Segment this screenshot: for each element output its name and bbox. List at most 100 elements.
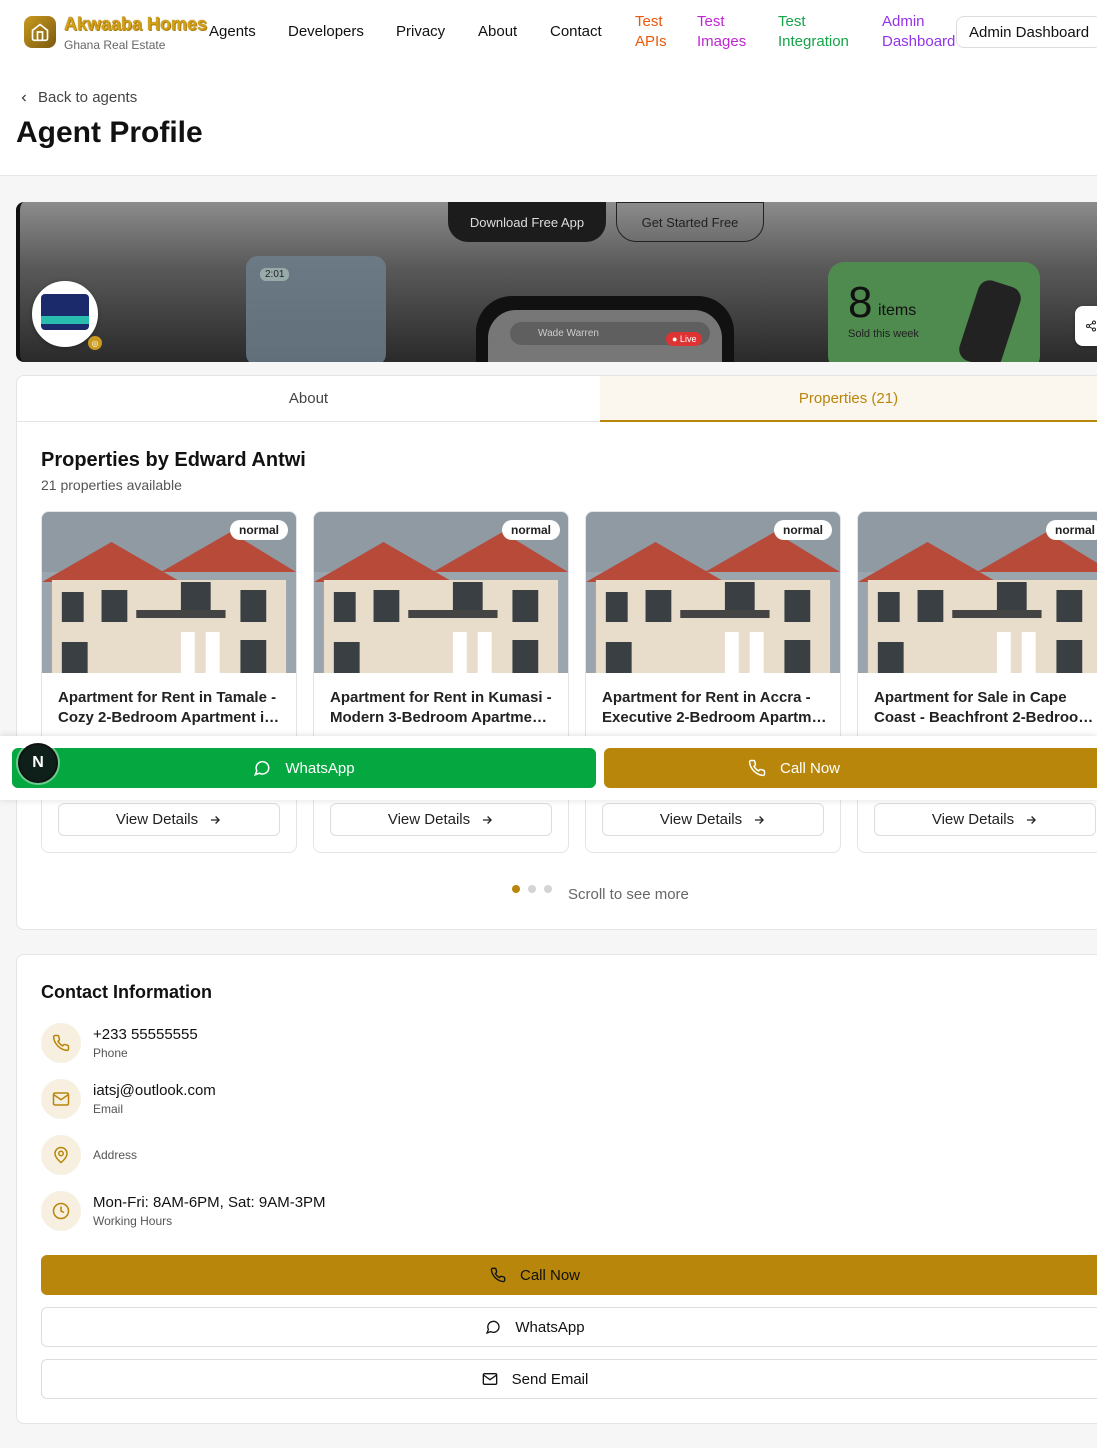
contact-address-label: Address (93, 1148, 138, 1162)
property-type-badge: normal (1045, 520, 1097, 540)
brand-tagline: Ghana Real Estate (64, 38, 166, 52)
sticky-call-button[interactable]: Call Now (604, 748, 1097, 788)
mail-icon (41, 1079, 81, 1119)
nav-test-apis-line2: APIs (635, 33, 667, 50)
contact-phone-label: Phone (93, 1046, 128, 1060)
contact-hours-label: Working Hours (93, 1214, 173, 1228)
nav-about[interactable]: About (478, 23, 517, 40)
property-card[interactable]: normal Apartment for Rent in Accra - Execu… (585, 511, 841, 853)
nav-test-apis-line1: Test (635, 13, 663, 30)
phone-icon (748, 759, 766, 777)
properties-count: 21 properties available (41, 477, 182, 493)
phone-icon (490, 1267, 506, 1283)
view-details-button[interactable]: View Details (58, 803, 280, 836)
arrow-right-icon (483, 815, 493, 824)
avatar-image-stripe (41, 316, 89, 324)
property-type-badge: normal (773, 520, 832, 540)
contact-whatsapp-button[interactable]: WhatsApp (41, 1307, 1097, 1347)
property-title-line1: Apartment for Sale in Cape (874, 689, 1067, 706)
property-card[interactable]: normal Apartment for Sale in Cape Coast - … (857, 511, 1097, 853)
property-type-badge: normal (501, 520, 560, 540)
arrow-right-icon (211, 815, 221, 824)
share-icon (1086, 320, 1096, 332)
home-logo-icon[interactable] (24, 16, 56, 48)
properties-title: Properties by Edward Antwi (41, 449, 306, 471)
nav-test-images[interactable]: Test Images (697, 12, 746, 52)
contact-email-label-btn: Send Email (511, 1370, 589, 1388)
sticky-whatsapp-label: WhatsApp (285, 759, 355, 777)
back-to-agents-link[interactable]: Back to agents (18, 89, 137, 106)
admin-dashboard-button[interactable]: Admin Dashboard (956, 16, 1097, 48)
contact-email-button[interactable]: Send Email (41, 1359, 1097, 1399)
nav-test-images-line1: Test (697, 13, 725, 30)
back-label: Back to agents (38, 89, 138, 106)
carousel-dots (512, 885, 552, 893)
property-title: Apartment for Sale in Cape Coast - Beachf… (874, 688, 1097, 728)
map-pin-icon (41, 1135, 81, 1175)
contact-whatsapp-label: WhatsApp (515, 1318, 585, 1336)
scroll-hint: Scroll to see more (568, 886, 689, 903)
nav-agents[interactable]: Agents (209, 23, 256, 40)
phone-icon (41, 1023, 81, 1063)
view-details-label: View Details (115, 811, 199, 828)
nav-privacy[interactable]: Privacy (396, 23, 445, 40)
contact-title: Contact Information (41, 982, 212, 1002)
banner-phone-time: 2:01 (260, 268, 290, 281)
property-title-line2: Executive 2-Bedroom Apartment in Accra (602, 709, 828, 726)
avatar-image (41, 294, 89, 330)
mail-icon (482, 1373, 497, 1385)
property-title-line1: Apartment for Rent in Kumasi - (330, 689, 552, 706)
property-card[interactable]: normal Apartment for Rent in Kumasi - Mode… (313, 511, 569, 853)
view-details-label: View Details (659, 811, 743, 828)
dev-tools-badge[interactable]: N (18, 743, 58, 783)
property-title: Apartment for Rent in Kumasi - Modern 3-B… (330, 688, 556, 728)
carousel-dot[interactable] (544, 885, 552, 893)
nav-test-integration-line1: Test (778, 13, 806, 30)
property-title-line1: Apartment for Rent in Accra - (602, 689, 811, 706)
property-title: Apartment for Rent in Tamale - Cozy 2-Bed… (58, 688, 284, 728)
view-details-button[interactable]: View Details (330, 803, 552, 836)
contact-email[interactable]: iatsj@outlook.com (93, 1082, 216, 1099)
property-title-line2: Modern 3-Bedroom Apartment in Kumasi (330, 709, 556, 726)
brand-name[interactable]: Akwaaba Homes (64, 14, 207, 35)
nav-admin-line1: Admin (882, 13, 925, 30)
arrow-right-icon (755, 815, 765, 824)
contact-call-button[interactable]: Call Now (41, 1255, 1097, 1295)
agent-avatar (32, 281, 98, 347)
property-card[interactable]: normal Apartment for Rent in Tamale - Cozy… (41, 511, 297, 853)
banner-download-button: Download Free App (448, 202, 606, 242)
tab-about[interactable]: About (17, 376, 600, 422)
banner-live-badge: ● Live (666, 332, 703, 346)
view-details-label: View Details (931, 811, 1015, 828)
view-details-button[interactable]: View Details (602, 803, 824, 836)
contact-call-label: Call Now (519, 1266, 580, 1284)
banner-stat-caption: Sold this week (848, 328, 919, 340)
nav-test-apis[interactable]: Test APIs (635, 12, 667, 52)
carousel-dot[interactable] (528, 885, 536, 893)
nav-admin-dashboard[interactable]: Admin Dashboard (882, 12, 955, 52)
banner-stat-number: 8 (848, 278, 873, 327)
tab-properties[interactable]: Properties (21) (600, 376, 1097, 422)
view-details-button[interactable]: View Details (874, 803, 1096, 836)
nav-developers[interactable]: Developers (288, 23, 364, 40)
cover-banner: 2:01 Wade Warren ● Live 8 items Sold thi… (16, 202, 1097, 362)
property-type-badge: normal (229, 520, 288, 540)
nav-test-integration[interactable]: Test Integration (778, 12, 849, 52)
share-button[interactable] (1075, 306, 1097, 346)
chevron-left-icon (21, 94, 26, 101)
clock-icon (41, 1191, 81, 1231)
banner-stat-unit: items (878, 302, 917, 319)
contact-card (16, 954, 1097, 1424)
view-details-label: View Details (387, 811, 471, 828)
sticky-whatsapp-button[interactable]: WhatsApp (12, 748, 596, 788)
contact-phone[interactable]: +233 55555555 (93, 1026, 198, 1043)
carousel-dot[interactable] (512, 885, 520, 893)
contact-hours: Mon-Fri: 8AM-6PM, Sat: 9AM-3PM (93, 1194, 326, 1211)
whatsapp-icon (254, 760, 270, 777)
nav-test-images-line2: Images (697, 33, 747, 50)
property-title-line1: Apartment for Rent in Tamale - (58, 689, 277, 706)
sticky-call-label: Call Now (779, 759, 840, 777)
nav-contact[interactable]: Contact (550, 23, 602, 40)
verified-badge-icon: ◎ (88, 336, 102, 350)
whatsapp-icon (486, 1320, 501, 1335)
